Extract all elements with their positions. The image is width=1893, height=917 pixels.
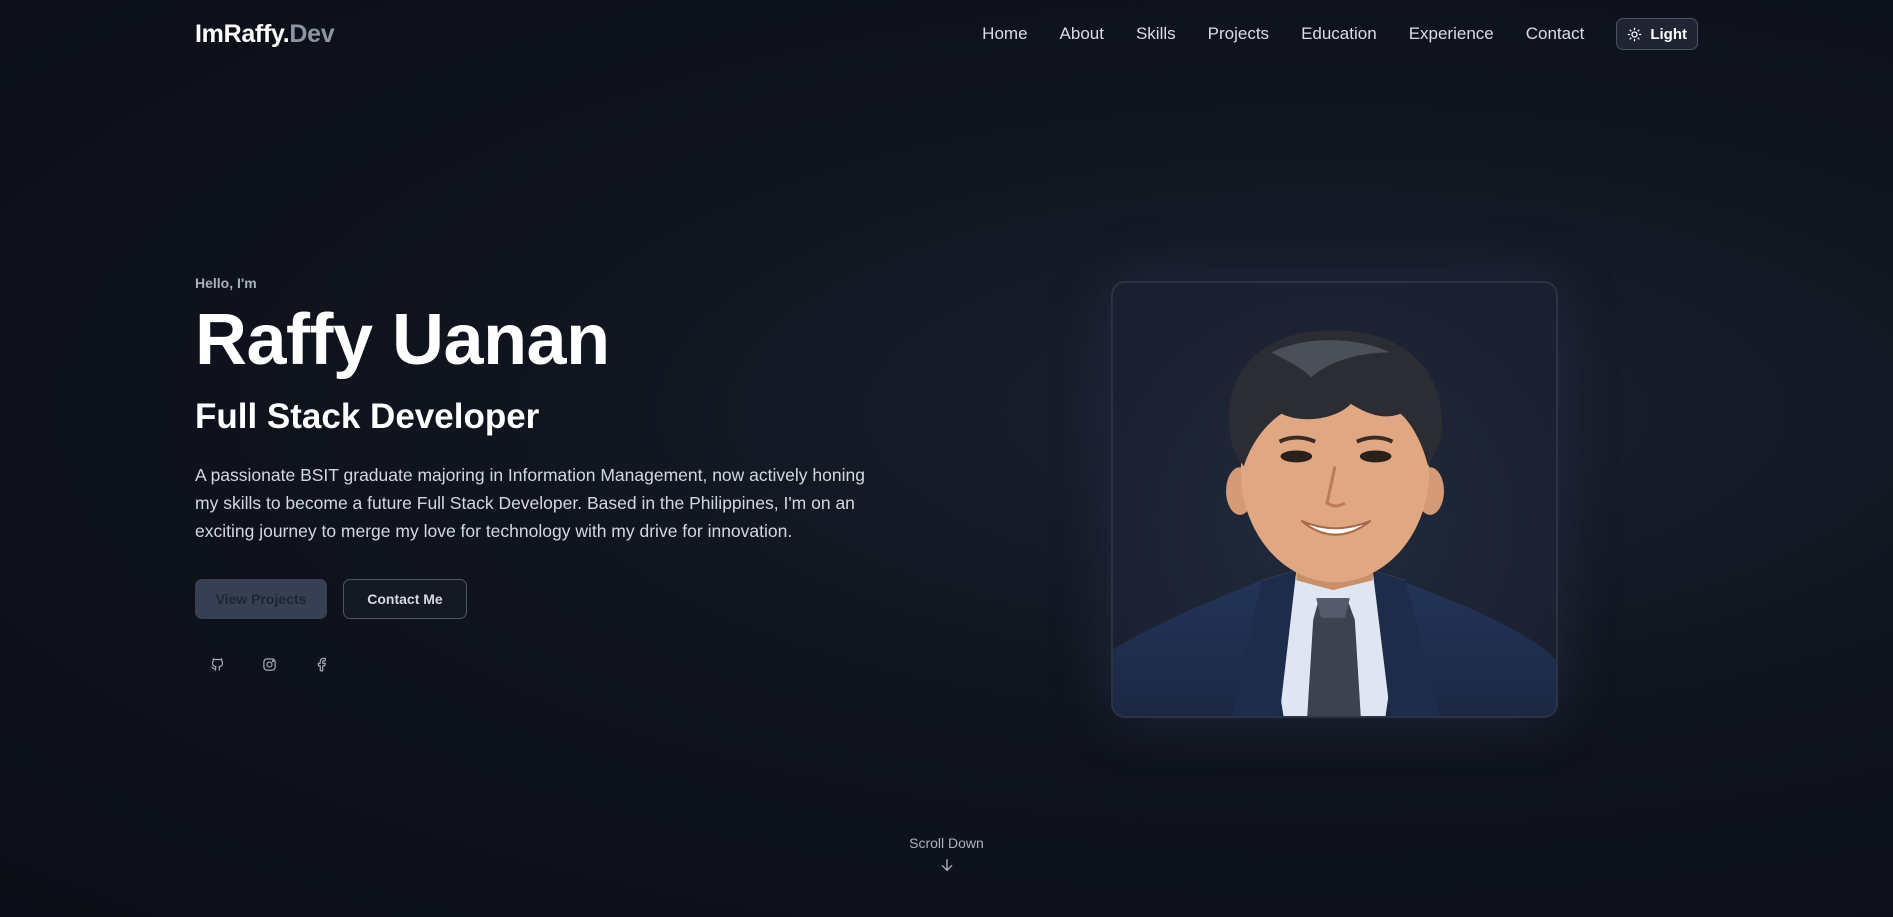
profile-photo	[1111, 281, 1558, 718]
portrait-illustration	[1113, 283, 1556, 716]
hero-greeting: Hello, I'm	[195, 275, 257, 291]
logo-accent-text: Dev	[289, 19, 335, 48]
hero-bio: A passionate BSIT graduate majoring in I…	[195, 464, 865, 541]
hero-role: Full Stack Developer	[195, 396, 540, 436]
arrow-down-icon[interactable]	[939, 857, 955, 873]
hero-buttons: View Projects Contact Me	[195, 578, 875, 619]
hero-section: Hello, I'm Raffy Uanan Full Stack Develo…	[195, 275, 875, 677]
facebook-link[interactable]	[309, 653, 333, 677]
sun-icon	[1627, 27, 1642, 41]
scroll-down-label: Scroll Down	[909, 835, 984, 851]
nav-link-about[interactable]: About	[1060, 24, 1104, 44]
nav-link-experience[interactable]: Experience	[1409, 24, 1494, 44]
nav-link-contact[interactable]: Contact	[1526, 24, 1585, 44]
instagram-link[interactable]	[257, 653, 281, 677]
scroll-down[interactable]: Scroll Down	[0, 835, 1893, 878]
nav-link-home[interactable]: Home	[982, 24, 1027, 44]
nav-link-skills[interactable]: Skills	[1136, 24, 1176, 44]
theme-toggle-label: Light	[1650, 25, 1687, 43]
nav-right: Home About Skills Projects Education Exp…	[982, 18, 1698, 50]
github-link[interactable]	[205, 653, 229, 677]
nav-link-education[interactable]: Education	[1301, 24, 1377, 44]
contact-me-button[interactable]: Contact Me	[343, 578, 467, 619]
view-projects-button[interactable]: View Projects	[195, 578, 327, 619]
social-links	[205, 653, 875, 677]
site-logo[interactable]: ImRaffy. Dev	[195, 19, 335, 49]
github-icon	[210, 658, 223, 671]
logo-main-text: ImRaffy.	[195, 19, 290, 48]
facebook-icon	[317, 657, 326, 672]
page: ImRaffy. Dev Home About Skills Projects …	[0, 0, 1893, 917]
hero-name: Raffy Uanan	[195, 300, 610, 380]
nav-link-projects[interactable]: Projects	[1208, 24, 1269, 44]
navbar: ImRaffy. Dev Home About Skills Projects …	[0, 0, 1893, 68]
instagram-icon	[262, 658, 276, 671]
theme-toggle-button[interactable]: Light	[1616, 18, 1698, 50]
nav-links: Home About Skills Projects Education Exp…	[982, 24, 1584, 44]
